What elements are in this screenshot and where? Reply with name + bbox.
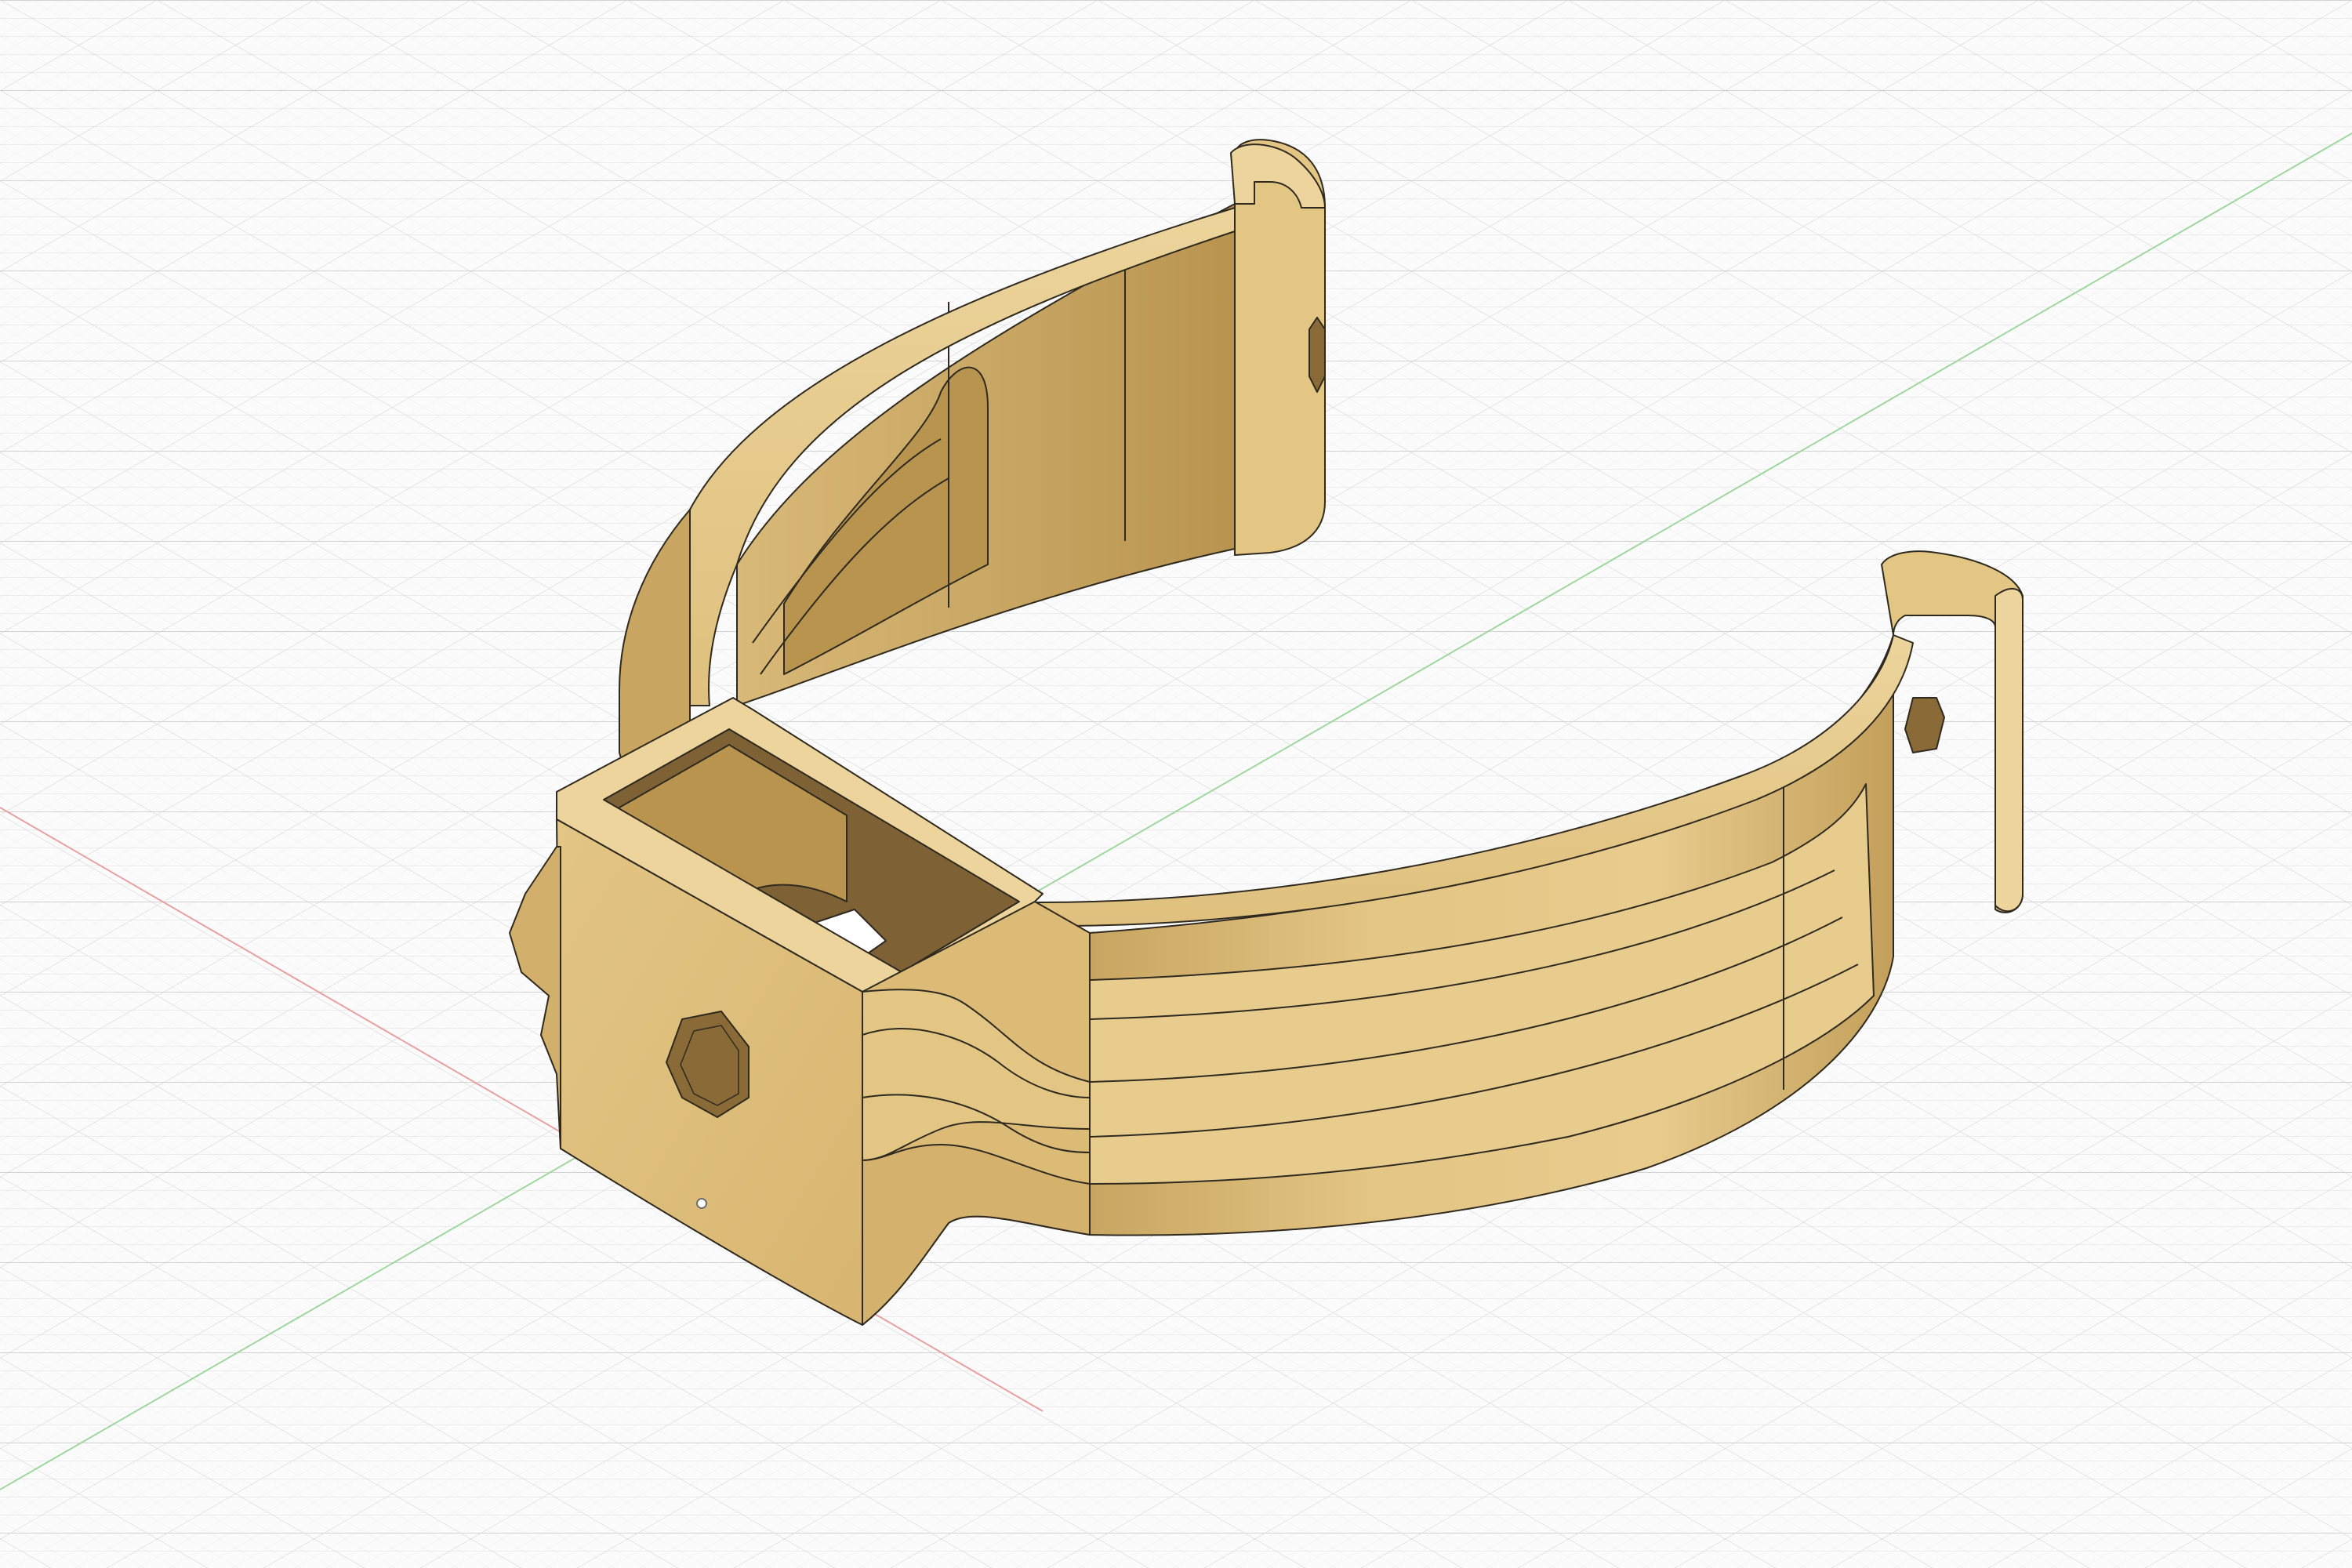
front-right-clip-face[interactable] [1994, 588, 2024, 913]
origin-marker [696, 1198, 707, 1209]
3d-viewport[interactable] [0, 0, 2352, 1568]
right-clip-hex-hole [1308, 317, 1326, 393]
viewport-canvas[interactable] [0, 0, 2352, 1568]
